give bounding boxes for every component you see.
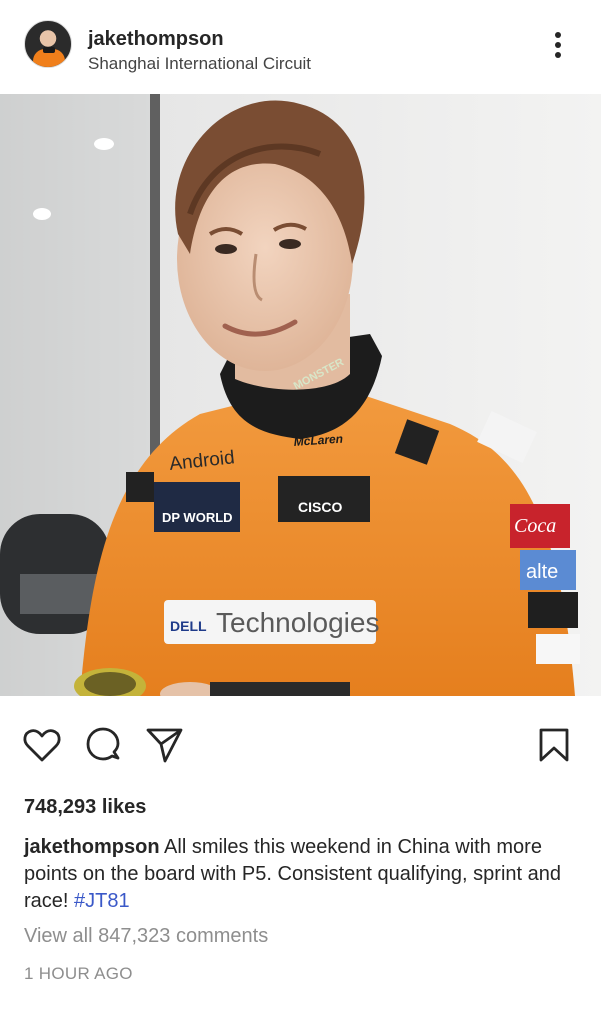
alte-logo-text: alte <box>526 561 558 583</box>
comment-icon[interactable] <box>83 725 123 769</box>
post-header: jakethompson Shanghai International Circ… <box>0 0 601 94</box>
share-icon[interactable] <box>145 725 185 769</box>
avatar[interactable] <box>24 20 72 68</box>
view-comments-link[interactable]: View all 847,323 comments <box>24 925 268 948</box>
driver-photo-illustration: Android DP WORLD CISCO McLaren MONSTER D… <box>0 94 601 696</box>
action-bar <box>0 725 601 773</box>
post-caption: jakethompson All smiles this weekend in … <box>24 834 579 915</box>
dell-logo-text: DELL <box>170 618 207 634</box>
caption-username[interactable]: jakethompson <box>24 836 160 858</box>
caption-hashtag[interactable]: #JT81 <box>74 890 130 912</box>
cisco-logo-text: CISCO <box>298 499 342 515</box>
technologies-logo-text: Technologies <box>216 607 379 638</box>
more-options-icon[interactable] <box>548 30 568 60</box>
post-photo[interactable]: Android DP WORLD CISCO McLaren MONSTER D… <box>0 94 601 696</box>
bookmark-icon[interactable] <box>534 725 574 769</box>
dpworld-logo-text: DP WORLD <box>162 510 233 525</box>
heart-icon[interactable] <box>22 725 62 769</box>
coca-logo-text: Coca <box>514 515 556 537</box>
like-count[interactable]: 748,293 likes <box>24 796 146 819</box>
post-location[interactable]: Shanghai International Circuit <box>88 54 311 74</box>
post-timestamp: 1 HOUR AGO <box>24 964 133 983</box>
post-username[interactable]: jakethompson <box>88 28 224 51</box>
